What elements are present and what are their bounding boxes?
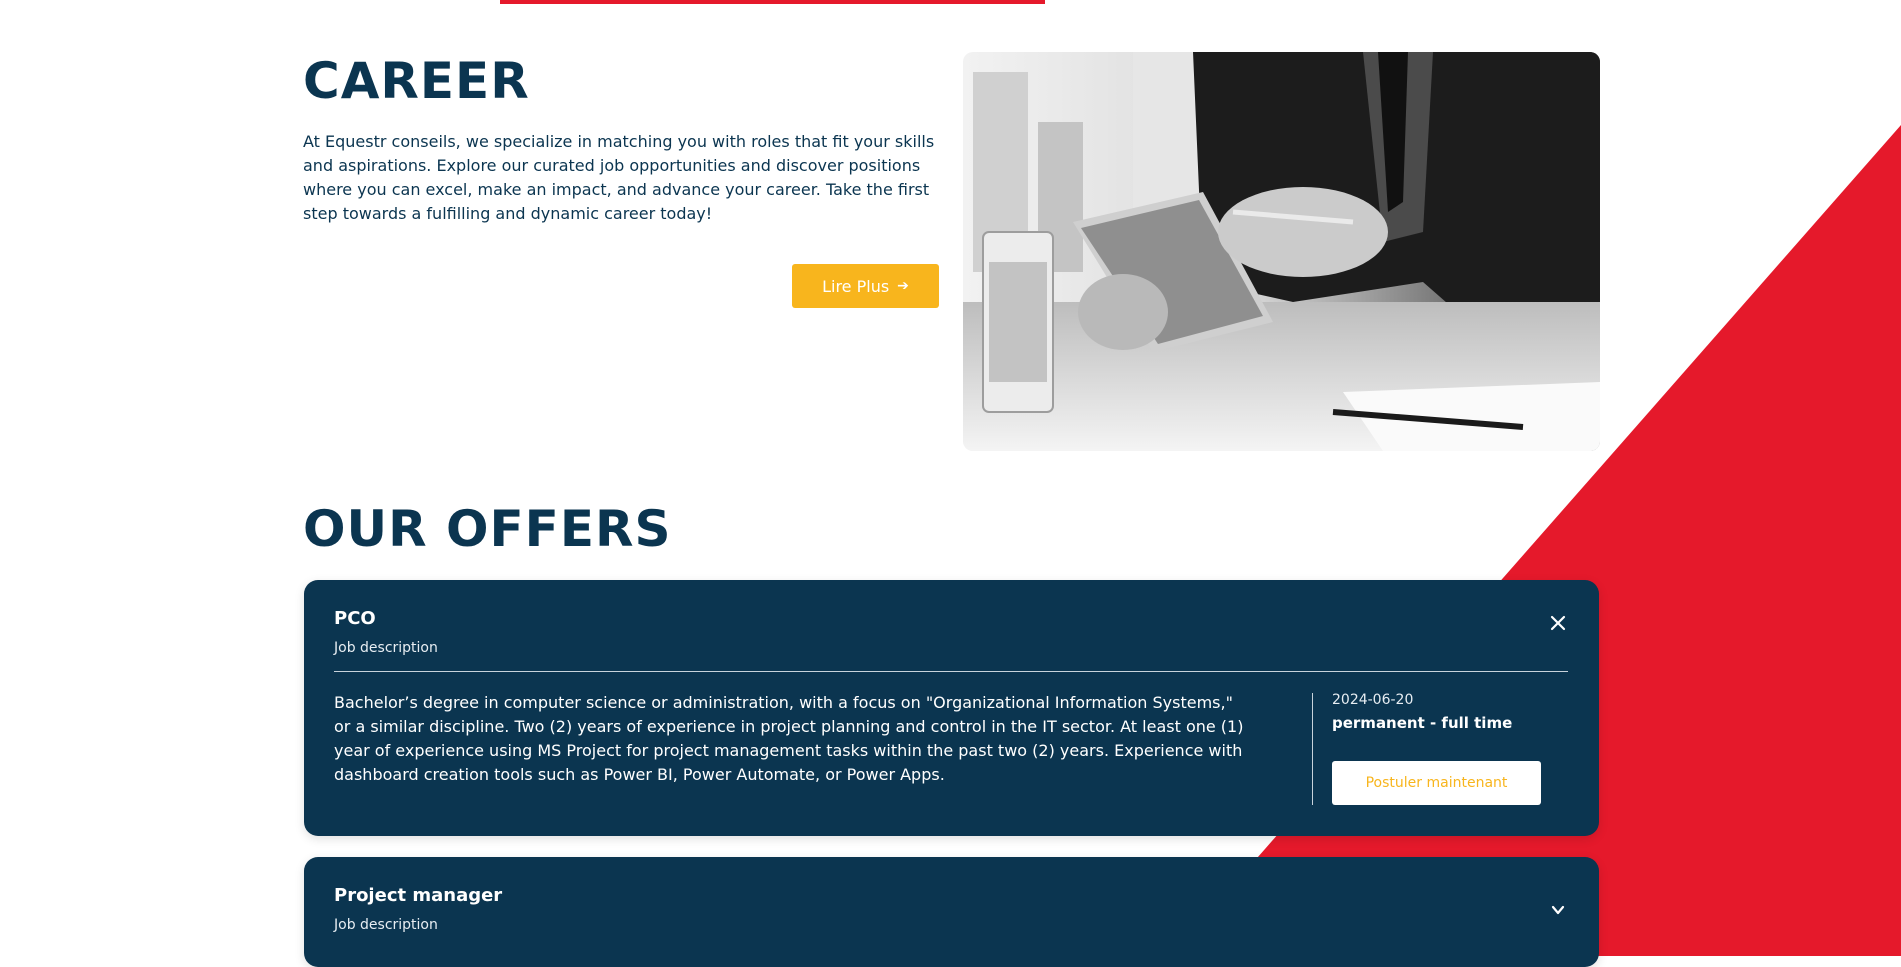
read-more-label: Lire Plus: [822, 276, 890, 296]
career-photo: [963, 52, 1600, 451]
job-offer-card[interactable]: Project manager Job description: [304, 857, 1599, 967]
chevron-down-icon[interactable]: [1547, 899, 1569, 921]
job-title: PCO: [334, 608, 376, 629]
job-date: 2024-06-20: [1332, 692, 1414, 708]
vertical-divider: [1312, 693, 1313, 805]
arrow-right-icon: ➔: [897, 278, 909, 294]
read-more-button[interactable]: Lire Plus ➔: [792, 264, 939, 308]
job-contract-type: permanent - full time: [1332, 714, 1513, 732]
close-icon[interactable]: [1547, 612, 1569, 634]
career-description: At Equestr conseils, we specialize in ma…: [303, 132, 935, 223]
card-divider: [334, 671, 1568, 672]
apply-button[interactable]: Postuler maintenant: [1332, 761, 1541, 805]
job-description-label: Job description: [334, 640, 438, 656]
job-offer-card: PCO Job description Bachelor’s degree in…: [304, 580, 1599, 836]
offers-title: OUR OFFERS: [303, 500, 672, 558]
job-title: Project manager: [334, 885, 503, 906]
job-description-label: Job description: [334, 917, 438, 933]
career-title: CAREER: [303, 52, 530, 110]
job-description-text: Bachelor’s degree in computer science or…: [334, 693, 1244, 784]
top-accent-line: [500, 0, 1045, 4]
